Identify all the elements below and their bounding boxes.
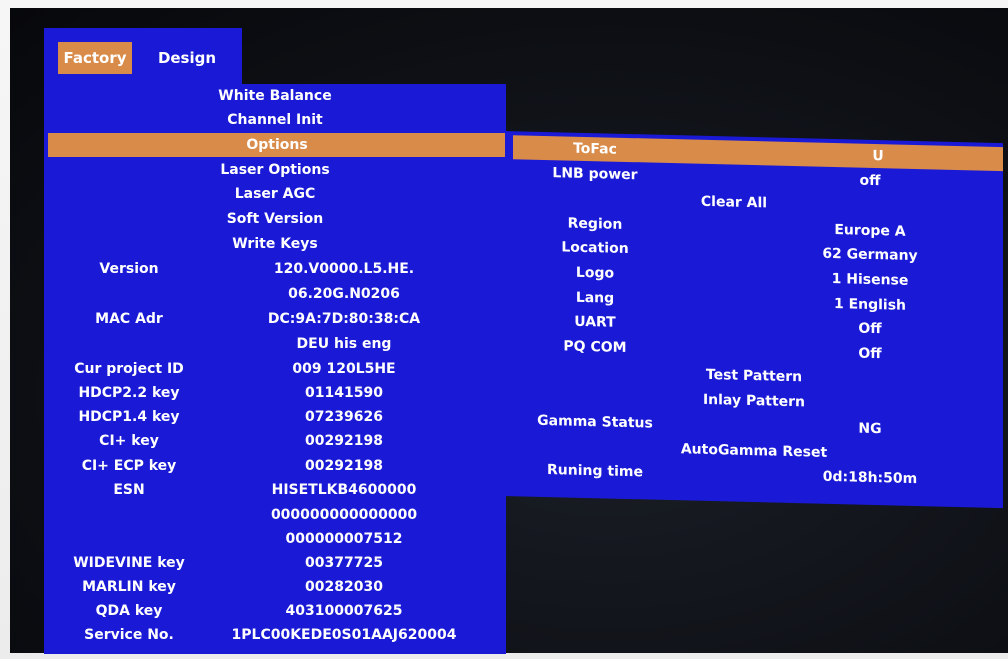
info-row-hdcp14: HDCP1.4 key 07239626 xyxy=(44,405,506,429)
option-label: Runing time xyxy=(547,462,643,481)
info-row-widevine: WIDEVINE key 00377725 xyxy=(44,551,506,575)
info-label: HDCP2.2 key xyxy=(78,385,180,401)
info-value: 120.V0000.L5.HE. xyxy=(273,261,415,277)
menu-item-laser-options[interactable]: Laser Options xyxy=(44,158,506,182)
info-label: WIDEVINE key xyxy=(73,555,185,571)
menu-item-channel-init[interactable]: Channel Init xyxy=(44,108,506,132)
info-value: 00292198 xyxy=(305,433,383,449)
info-label: Cur project ID xyxy=(74,361,184,377)
menu-item-write-keys[interactable]: Write Keys xyxy=(44,232,506,256)
info-row-version-cont: 06.20G.N0206 xyxy=(44,282,506,306)
factory-menu-panel: White Balance Channel Init Options Laser… xyxy=(44,84,506,654)
info-value: 403100007625 xyxy=(285,603,403,619)
info-row-deu: DEU his eng xyxy=(44,332,506,356)
info-label: CI+ key xyxy=(99,433,159,449)
info-value: 1PLC00KEDE0S01AAJ620004 xyxy=(231,627,457,643)
info-value: 00282030 xyxy=(305,579,383,595)
option-value: 0d:18h:50m xyxy=(822,468,918,488)
info-row-service-no: Service No. 1PLC00KEDE0S01AAJ620004 xyxy=(44,623,506,647)
info-label: MAC Adr xyxy=(95,311,163,327)
info-row-project-id: Cur project ID 009 120L5HE xyxy=(44,357,506,381)
info-row-ci-ecp-key: CI+ ECP key 00292198 xyxy=(44,454,506,478)
info-row-esn: ESN HISETLKB4600000 xyxy=(44,478,506,502)
tab-factory[interactable]: Factory xyxy=(58,42,132,74)
info-row-marlin: MARLIN key 00282030 xyxy=(44,575,506,599)
info-label: CI+ ECP key xyxy=(81,458,177,474)
photo-frame: Factory Design White Balance Channel Ini… xyxy=(0,0,1008,659)
option-label: Logo xyxy=(575,264,615,282)
info-value: DC:9A:7D:80:38:CA xyxy=(267,311,421,327)
info-row-version: Version 120.V0000.L5.HE. xyxy=(44,257,506,281)
options-panel: ToFac U LNB power off Clear All Region E… xyxy=(505,131,1003,509)
info-label: QDA key xyxy=(95,603,163,619)
info-row-qda: QDA key 403100007625 xyxy=(44,599,506,623)
menu-item-options[interactable]: Options xyxy=(48,133,506,157)
info-value: 000000007512 xyxy=(285,531,403,547)
info-value: 06.20G.N0206 xyxy=(288,286,400,302)
info-row-esn-cont2: 000000007512 xyxy=(44,527,506,551)
tab-design[interactable]: Design xyxy=(152,42,222,74)
info-value: DEU his eng xyxy=(296,336,392,352)
info-value: 000000000000000 xyxy=(270,507,418,523)
info-value: HISETLKB4600000 xyxy=(271,482,417,498)
info-value: 01141590 xyxy=(305,385,383,401)
info-label: Service No. xyxy=(84,627,174,643)
info-row-mac: MAC Adr DC:9A:7D:80:38:CA xyxy=(44,307,506,331)
menu-item-white-balance[interactable]: White Balance xyxy=(44,84,506,108)
tab-bar: Factory Design xyxy=(44,28,242,86)
option-label: Location xyxy=(561,239,629,258)
menu-item-laser-agc[interactable]: Laser AGC xyxy=(44,182,506,206)
info-row-esn-cont1: 000000000000000 xyxy=(44,503,506,527)
info-value: 07239626 xyxy=(305,409,383,425)
option-label: LNB power xyxy=(552,165,638,184)
option-label: Gamma Status xyxy=(537,412,653,432)
option-label: UART xyxy=(574,313,616,331)
info-label: ESN xyxy=(113,482,145,498)
info-value: 00377725 xyxy=(305,555,383,571)
menu-item-soft-version[interactable]: Soft Version xyxy=(44,207,506,231)
info-label: Version xyxy=(99,261,159,277)
info-value: 00292198 xyxy=(305,458,383,474)
info-row-hdcp22: HDCP2.2 key 01141590 xyxy=(44,381,506,405)
option-label: ToFac xyxy=(573,140,617,158)
info-label: HDCP1.4 key xyxy=(78,409,180,425)
option-label: PQ COM xyxy=(563,338,627,356)
info-value: 009 120L5HE xyxy=(292,361,396,377)
info-row-ci-key: CI+ key 00292198 xyxy=(44,429,506,453)
info-label: MARLIN key xyxy=(82,579,176,595)
